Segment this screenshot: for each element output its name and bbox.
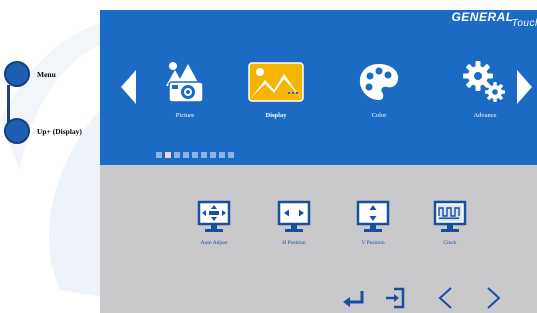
brand-sub: Touch — [511, 18, 537, 29]
osd-menu: GENERALTouch Picture — [100, 10, 537, 313]
gears-icon — [457, 60, 513, 104]
tab-label: Advance — [473, 112, 497, 119]
page-dot — [192, 152, 198, 158]
left-icon[interactable] — [433, 285, 459, 311]
v-position-icon — [356, 200, 390, 232]
page-dot-active — [165, 152, 171, 158]
item-auto-adjust[interactable]: Auto Adjust — [184, 200, 244, 246]
item-label: V Position — [361, 240, 385, 246]
item-label: Clock — [443, 240, 457, 246]
exit-icon[interactable] — [382, 285, 408, 311]
page-dot — [228, 152, 234, 158]
callout-label: Up+ (Display) — [37, 126, 82, 136]
tab-label: Color — [371, 112, 387, 119]
nav-left-arrow[interactable] — [121, 70, 136, 104]
item-label: H Position — [282, 240, 306, 246]
item-h-position[interactable]: H Position — [264, 200, 324, 246]
item-label: Auto Adjust — [200, 240, 228, 246]
page-dot — [210, 152, 216, 158]
camera-icon — [157, 60, 213, 104]
page-indicator — [156, 152, 234, 158]
callout-dot — [4, 118, 30, 144]
brand-logo: GENERALTouch — [451, 10, 537, 29]
auto-adjust-icon — [197, 200, 231, 232]
brand-main: GENERAL — [451, 10, 514, 24]
osd-main-panel: GENERALTouch Picture — [100, 10, 537, 165]
tab-color[interactable]: Color — [339, 60, 419, 130]
item-v-position[interactable]: V Position — [343, 200, 403, 246]
callout-dot — [4, 61, 30, 87]
page-dot — [219, 152, 225, 158]
tab-label: Picture — [175, 112, 195, 119]
tab-advance[interactable]: Advance — [445, 60, 525, 130]
page-dot — [156, 152, 162, 158]
palette-icon — [351, 60, 407, 104]
tab-picture[interactable]: Picture — [145, 60, 225, 130]
callout-menu: Menu — [4, 61, 56, 87]
tab-display[interactable]: Display — [236, 60, 316, 130]
h-position-icon — [277, 200, 311, 232]
enter-icon[interactable] — [340, 285, 366, 311]
item-clock[interactable]: Clock — [420, 200, 480, 246]
clock-icon — [433, 200, 467, 232]
page-dot — [201, 152, 207, 158]
display-landscape-icon — [248, 60, 304, 104]
tab-label: Display — [265, 112, 287, 119]
callout-up-display: Up+ (Display) — [4, 118, 82, 144]
right-icon[interactable] — [480, 285, 506, 311]
callout-label: Menu — [37, 69, 56, 79]
page-dot — [183, 152, 189, 158]
page-dot — [174, 152, 180, 158]
